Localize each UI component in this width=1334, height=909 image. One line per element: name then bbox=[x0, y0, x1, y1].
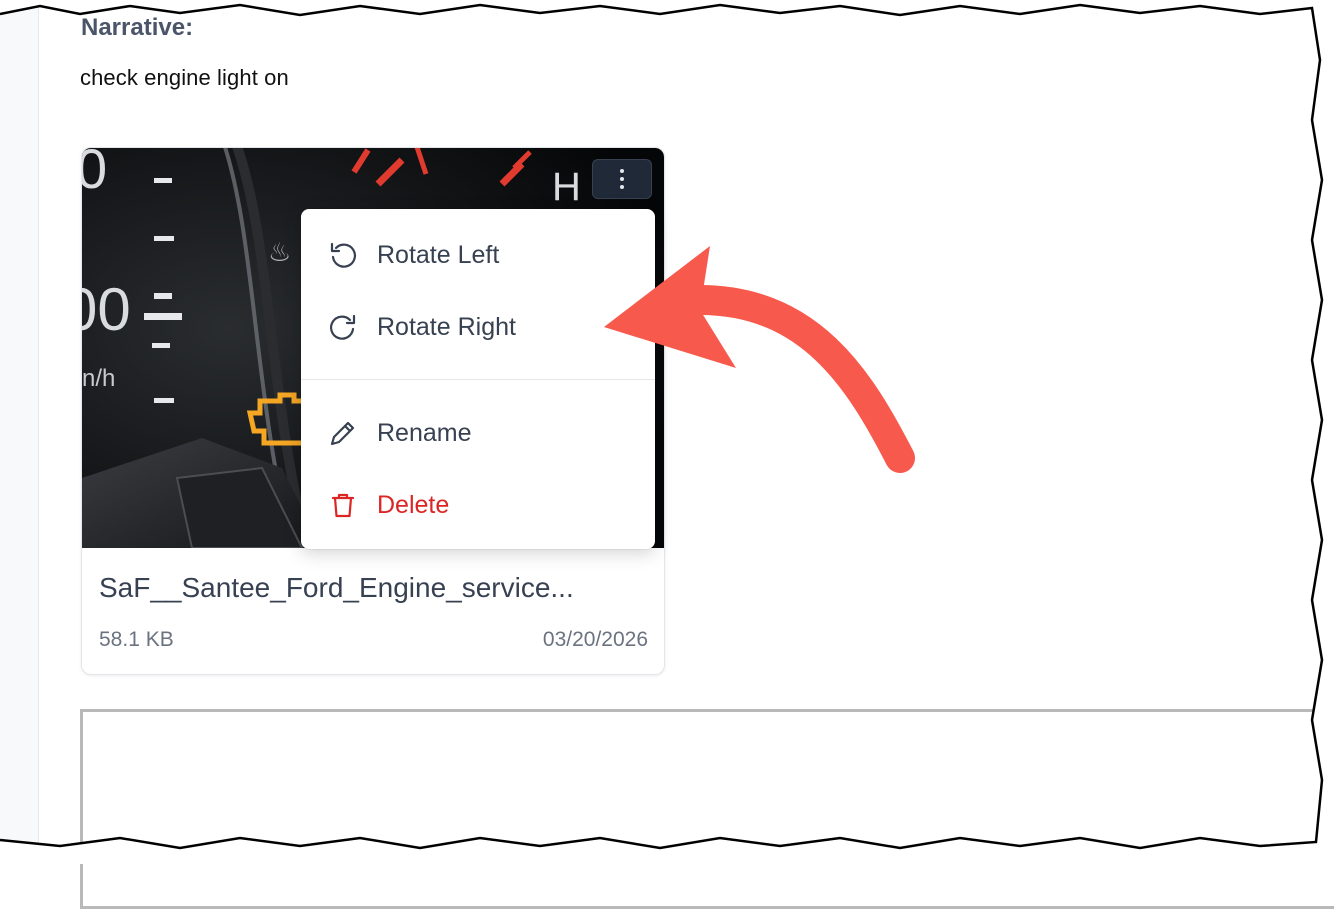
menu-item-rotate-left[interactable]: Rotate Left bbox=[301, 225, 655, 285]
narrative-text: check engine light on bbox=[80, 65, 289, 90]
svg-text:00: 00 bbox=[82, 276, 131, 343]
more-vertical-icon bbox=[620, 169, 624, 189]
rotate-left-icon bbox=[330, 242, 356, 268]
menu-item-delete[interactable]: Delete bbox=[301, 475, 655, 535]
left-rail bbox=[0, 0, 39, 864]
context-menu: Rotate Left Rotate Right Rename Delete bbox=[301, 209, 655, 549]
menu-item-label: Rotate Right bbox=[377, 312, 516, 341]
menu-item-rotate-right[interactable]: Rotate Right bbox=[301, 297, 655, 357]
menu-item-label: Delete bbox=[377, 490, 450, 519]
trash-icon bbox=[331, 493, 355, 518]
svg-text:n/h: n/h bbox=[82, 365, 115, 392]
rotate-right-icon bbox=[330, 314, 356, 340]
svg-text:0: 0 bbox=[82, 148, 107, 200]
screen: Narrative: check engine light on 0 n/h ♨… bbox=[0, 0, 1334, 909]
file-size: 58.1 KB bbox=[99, 628, 174, 651]
pencil-icon bbox=[330, 421, 355, 446]
svg-text:♨: ♨ bbox=[268, 238, 291, 268]
svg-text:H: H bbox=[552, 165, 581, 209]
narrative-label: Narrative: bbox=[81, 14, 194, 41]
more-options-button[interactable] bbox=[592, 159, 652, 199]
menu-item-label: Rotate Left bbox=[377, 240, 500, 269]
menu-item-label: Rename bbox=[377, 418, 472, 447]
file-date: 03/20/2026 bbox=[542, 628, 648, 651]
menu-divider bbox=[301, 379, 655, 380]
narrative-editor-box[interactable] bbox=[80, 709, 1334, 909]
file-name: SaF__Santee_Ford_Engine_service... bbox=[99, 572, 574, 603]
menu-item-rename[interactable]: Rename bbox=[301, 403, 655, 463]
